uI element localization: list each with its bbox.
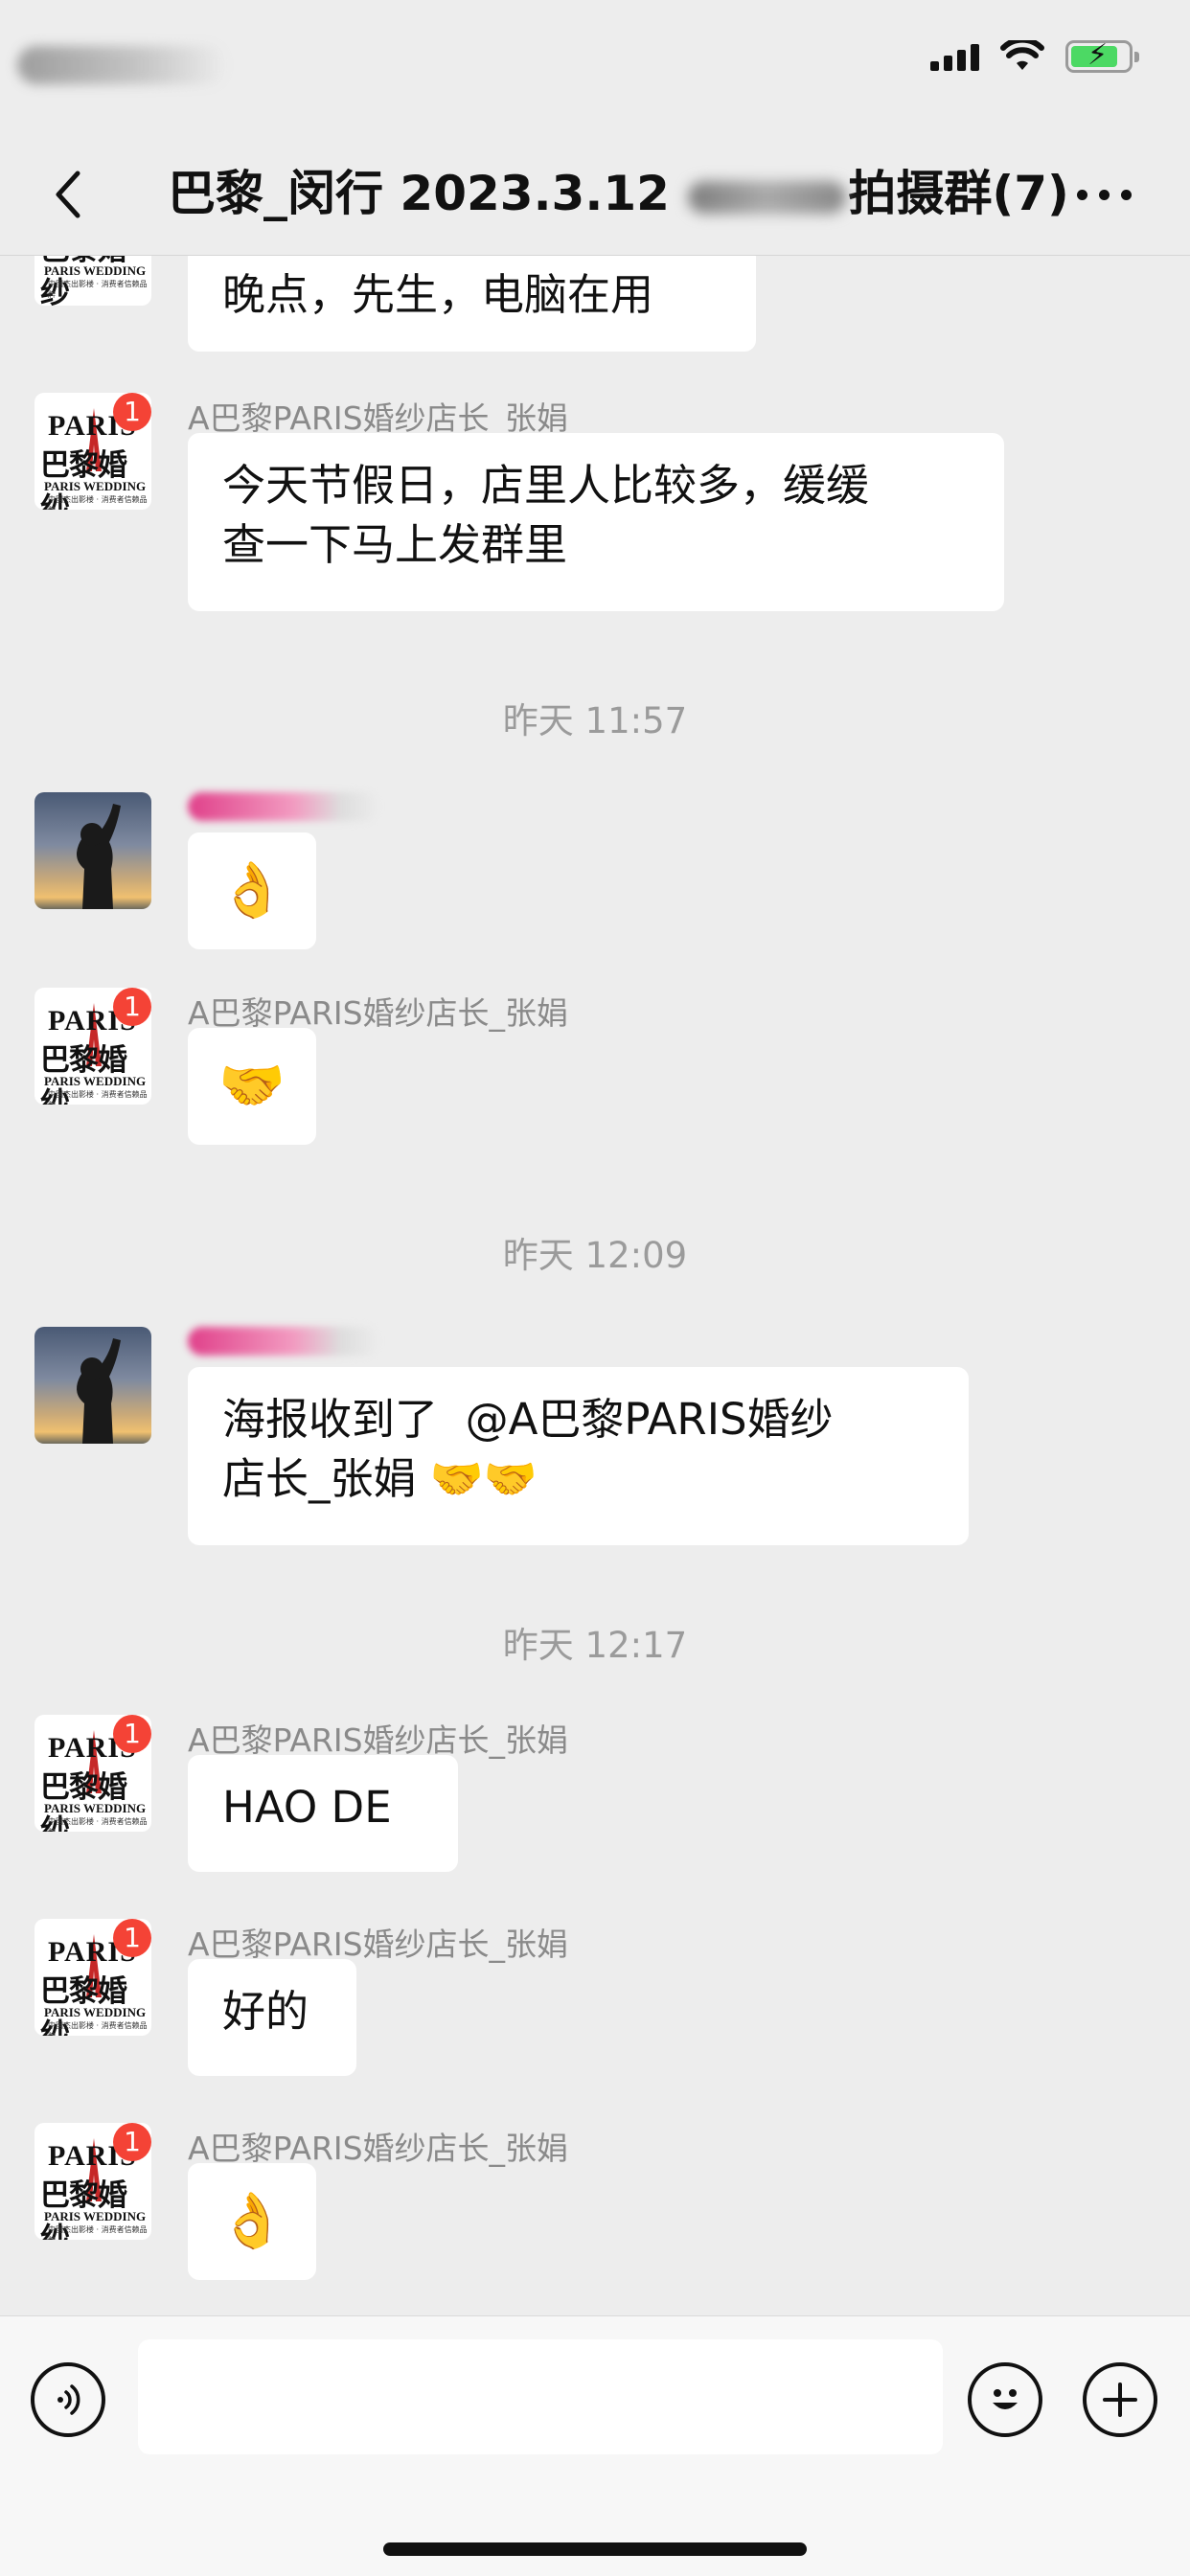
chat-header: 巴黎_闵行 2023.3.12 拍摄群(7) [0, 134, 1190, 256]
blurred-carrier [17, 46, 228, 84]
chat-title-suffix: 拍摄群 [848, 166, 993, 221]
home-indicator[interactable] [383, 2542, 807, 2556]
sender-name: A巴黎PARIS婚纱店长_张娟 [188, 399, 569, 437]
unread-badge: 1 [113, 988, 151, 1026]
message-bubble[interactable]: 晚点，先生，电脑在用 [188, 256, 756, 352]
sender-name: A巴黎PARIS婚纱店长_张娟 [188, 2130, 569, 2167]
unread-badge: 1 [113, 1919, 151, 1957]
unread-badge: 1 [113, 1715, 151, 1753]
message-bubble[interactable]: HAO DE [188, 1755, 458, 1872]
chat-title: 巴黎_闵行 2023.3.12 拍摄群(7) [168, 159, 1069, 228]
unread-badge: 1 [113, 393, 151, 431]
voice-button[interactable] [31, 2362, 105, 2437]
blurred-sender [188, 792, 379, 821]
member-count: (7) [992, 166, 1069, 221]
timestamp: 昨天 12:17 [502, 1625, 688, 1666]
person-silhouette-icon [77, 804, 121, 909]
emoji-bubble[interactable]: 🤝 [188, 1028, 316, 1145]
emoji-bubble[interactable]: 👌 [188, 2163, 316, 2280]
more-button[interactable] [1077, 182, 1144, 207]
unread-badge: 1 [113, 2123, 151, 2161]
message-list[interactable]: 巴黎婚纱 PARIS WEDDING 中国杰出影楼 · 消费者信赖品牌 晚点，先… [0, 256, 1190, 2315]
avatar[interactable] [34, 1327, 151, 1444]
sender-name: A巴黎PARIS婚纱店长_张娟 [188, 994, 569, 1032]
emoji-button[interactable] [968, 2362, 1042, 2437]
message-bubble[interactable]: 海报收到了 @A巴黎PARIS婚纱 店长_张娟 🤝🤝 [188, 1367, 969, 1545]
timestamp: 昨天 12:09 [502, 1235, 688, 1276]
message-bubble[interactable]: 今天节假日，店里人比较多，缓缓 查一下马上发群里 [188, 433, 1004, 611]
status-bar: ⚡ [0, 0, 1190, 134]
avatar[interactable]: 巴黎婚纱 PARIS WEDDING 中国杰出影楼 · 消费者信赖品牌 [34, 256, 151, 306]
timestamp: 昨天 11:57 [502, 700, 688, 741]
wifi-icon [1000, 40, 1044, 70]
avatar[interactable]: PARIS 巴黎婚纱 PARIS WEDDING 中国杰出影楼 · 消费者信赖品… [34, 2123, 151, 2240]
avatar[interactable]: PARIS 巴黎婚纱 PARIS WEDDING 中国杰出影楼 · 消费者信赖品… [34, 1919, 151, 2036]
message-input[interactable] [138, 2339, 943, 2454]
chat-title-prefix: 巴黎_闵行 2023.3.12 [168, 166, 670, 221]
message-bubble[interactable]: 好的 [188, 1959, 356, 2076]
signal-icon [930, 42, 979, 71]
battery-charging-icon: ⚡ [1065, 40, 1139, 73]
back-button[interactable] [38, 163, 96, 226]
input-bar [0, 2315, 1190, 2576]
blurred-title-part [688, 180, 847, 214]
status-icons: ⚡ [930, 40, 1139, 73]
chevron-left-icon [56, 171, 80, 218]
avatar[interactable]: PARIS 巴黎婚纱 PARIS WEDDING 中国杰出影楼 · 消费者信赖品… [34, 988, 151, 1105]
person-silhouette-icon [77, 1338, 121, 1444]
sender-name: A巴黎PARIS婚纱店长_张娟 [188, 1721, 569, 1759]
more-actions-button[interactable] [1083, 2362, 1157, 2437]
plus-icon [1103, 2382, 1137, 2417]
more-icon [1077, 189, 1087, 200]
smiley-icon [993, 2389, 1018, 2409]
sender-name: A巴黎PARIS婚纱店长_张娟 [188, 1926, 569, 1963]
emoji-bubble[interactable]: 👌 [188, 832, 316, 949]
voice-icon [57, 2384, 80, 2415]
avatar[interactable] [34, 792, 151, 909]
blurred-sender [188, 1327, 379, 1356]
avatar[interactable]: PARIS 巴黎婚纱 PARIS WEDDING 中国杰出影楼 · 消费者信赖品… [34, 1715, 151, 1832]
avatar[interactable]: PARIS 巴黎婚纱 PARIS WEDDING 中国杰出影楼 · 消费者信赖品… [34, 393, 151, 510]
